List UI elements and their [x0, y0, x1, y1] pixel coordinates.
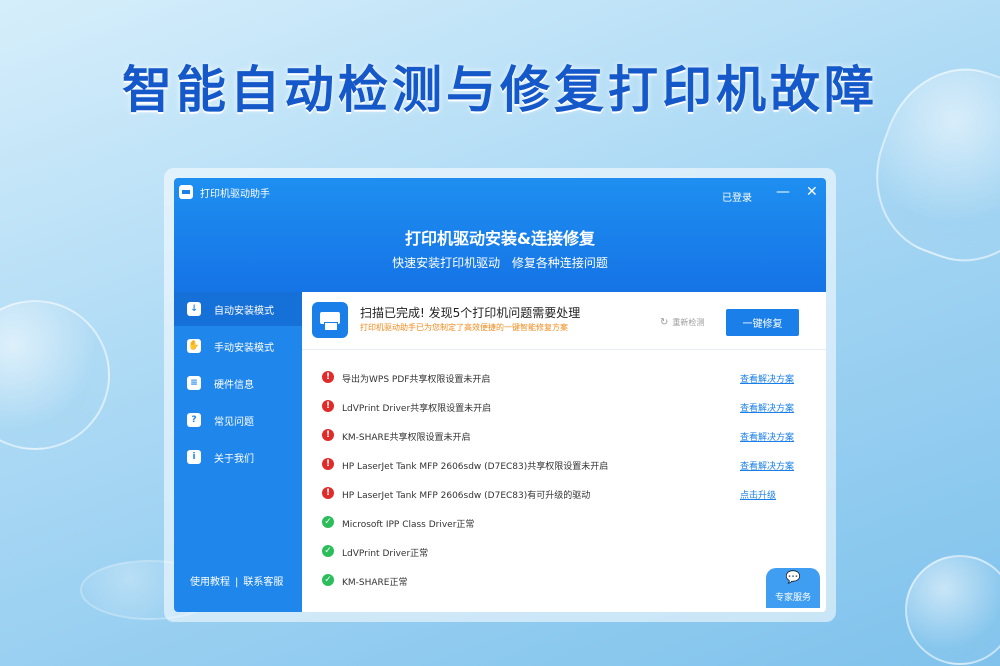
list-item: ✓ LdVPrint Driver正常	[302, 537, 826, 566]
list-item: ✓ Microsoft IPP Class Driver正常	[302, 508, 826, 537]
check-icon: ✓	[322, 516, 334, 528]
hero-title: 打印机驱动安装&连接修复	[405, 229, 595, 248]
view-solution-link[interactable]: 查看解决方案	[740, 372, 794, 385]
sidebar-item-manual-install[interactable]: ✋ 手动安装模式	[174, 329, 302, 363]
list-item: ! 导出为WPS PDF共享权限设置未开启 查看解决方案	[302, 363, 826, 392]
issue-text: HP LaserJet Tank MFP 2606sdw (D7EC83)共享权…	[342, 462, 609, 472]
sidebar-item-faq[interactable]: ? 常见问题	[174, 403, 302, 437]
hand-icon: ✋	[187, 339, 201, 353]
view-solution-link[interactable]: 查看解决方案	[740, 401, 794, 414]
sidebar-item-label: 关于我们	[214, 453, 254, 465]
view-solution-link[interactable]: 查看解决方案	[740, 430, 794, 443]
list-item: ! KM-SHARE共享权限设置未开启 查看解决方案	[302, 421, 826, 450]
expert-service-label: 专家服务	[774, 593, 811, 603]
decor-bubble	[905, 555, 1000, 665]
issue-text: LdVPrint Driver正常	[342, 549, 429, 559]
list-item: ! HP LaserJet Tank MFP 2606sdw (D7EC83)有…	[302, 479, 826, 508]
sidebar-footer: 使用教程 | 联系客服	[190, 573, 283, 588]
login-status-button[interactable]: 已登录	[722, 189, 752, 204]
issue-text: HP LaserJet Tank MFP 2606sdw (D7EC83)有可升…	[342, 491, 591, 501]
sidebar-item-about[interactable]: i 关于我们	[174, 440, 302, 474]
expert-service-button[interactable]: 💬 专家服务	[766, 568, 820, 608]
decor-bubble	[0, 300, 110, 450]
app-window: 打印机驱动助手 已登录 — ✕ 打印机驱动安装&连接修复 快速安装打印机驱动 修…	[174, 178, 826, 612]
sidebar-item-auto-install[interactable]: ↓ 自动安装模式	[174, 292, 302, 326]
scan-result-title: 扫描已完成! 发现5个打印机问题需要处理	[360, 306, 581, 320]
issue-text: 导出为WPS PDF共享权限设置未开启	[342, 375, 491, 385]
check-icon: ✓	[322, 574, 334, 586]
error-icon: !	[322, 458, 334, 470]
issue-text: Microsoft IPP Class Driver正常	[342, 520, 475, 530]
recheck-button[interactable]: ↻ 重新检测	[660, 317, 704, 328]
sidebar-item-hardware-info[interactable]: ≡ 硬件信息	[174, 366, 302, 400]
scan-result-subtitle: 打印机驱动助手已为您制定了高效便捷的一键智能修复方案	[360, 323, 568, 332]
sidebar: ↓ 自动安装模式 ✋ 手动安装模式 ≡ 硬件信息 ? 常见问题 i 关于我们 使…	[174, 292, 302, 612]
question-icon: ?	[187, 413, 201, 427]
sidebar-item-label: 硬件信息	[214, 379, 254, 391]
app-title: 打印机驱动助手	[200, 189, 270, 200]
tutorial-link[interactable]: 使用教程	[190, 577, 230, 588]
issue-text: KM-SHARE正常	[342, 578, 408, 588]
download-icon: ↓	[187, 302, 201, 316]
header-area: 打印机驱动助手 已登录 — ✕ 打印机驱动安装&连接修复 快速安装打印机驱动 修…	[174, 178, 826, 292]
view-solution-link[interactable]: 查看解决方案	[740, 459, 794, 472]
error-icon: !	[322, 487, 334, 499]
contact-support-link[interactable]: 联系客服	[243, 577, 283, 588]
one-click-fix-button[interactable]: 一键修复	[726, 309, 799, 336]
error-icon: !	[322, 371, 334, 383]
list-item: ! LdVPrint Driver共享权限设置未开启 查看解决方案	[302, 392, 826, 421]
info-icon: i	[187, 450, 201, 464]
issue-text: KM-SHARE共享权限设置未开启	[342, 433, 471, 443]
list-item: ✓ KM-SHARE正常	[302, 566, 826, 595]
error-icon: !	[322, 400, 334, 412]
page-headline: 智能自动检测与修复打印机故障	[122, 61, 878, 119]
scan-result-banner: 扫描已完成! 发现5个打印机问题需要处理 打印机驱动助手已为您制定了高效便捷的一…	[302, 292, 826, 350]
sidebar-item-label: 自动安装模式	[214, 305, 274, 317]
upgrade-driver-link[interactable]: 点击升级	[740, 488, 776, 501]
main-content: 扫描已完成! 发现5个打印机问题需要处理 打印机驱动助手已为您制定了高效便捷的一…	[302, 292, 826, 612]
refresh-icon: ↻	[660, 317, 669, 328]
hero-subtitle: 快速安装打印机驱动 修复各种连接问题	[392, 256, 608, 270]
close-icon[interactable]: ✕	[806, 184, 818, 200]
issue-text: LdVPrint Driver共享权限设置未开启	[342, 404, 492, 414]
recheck-label: 重新检测	[672, 318, 705, 327]
error-icon: !	[322, 429, 334, 441]
footer-separator: |	[235, 577, 239, 588]
list-icon: ≡	[187, 376, 201, 390]
check-icon: ✓	[322, 545, 334, 557]
printer-logo-icon	[179, 185, 193, 199]
chat-bubble-icon: 💬	[785, 570, 801, 584]
sidebar-item-label: 常见问题	[214, 416, 254, 428]
printer-icon	[312, 302, 348, 338]
sidebar-item-label: 手动安装模式	[214, 342, 274, 354]
minimize-icon[interactable]: —	[776, 184, 790, 200]
list-item: ! HP LaserJet Tank MFP 2606sdw (D7EC83)共…	[302, 450, 826, 479]
